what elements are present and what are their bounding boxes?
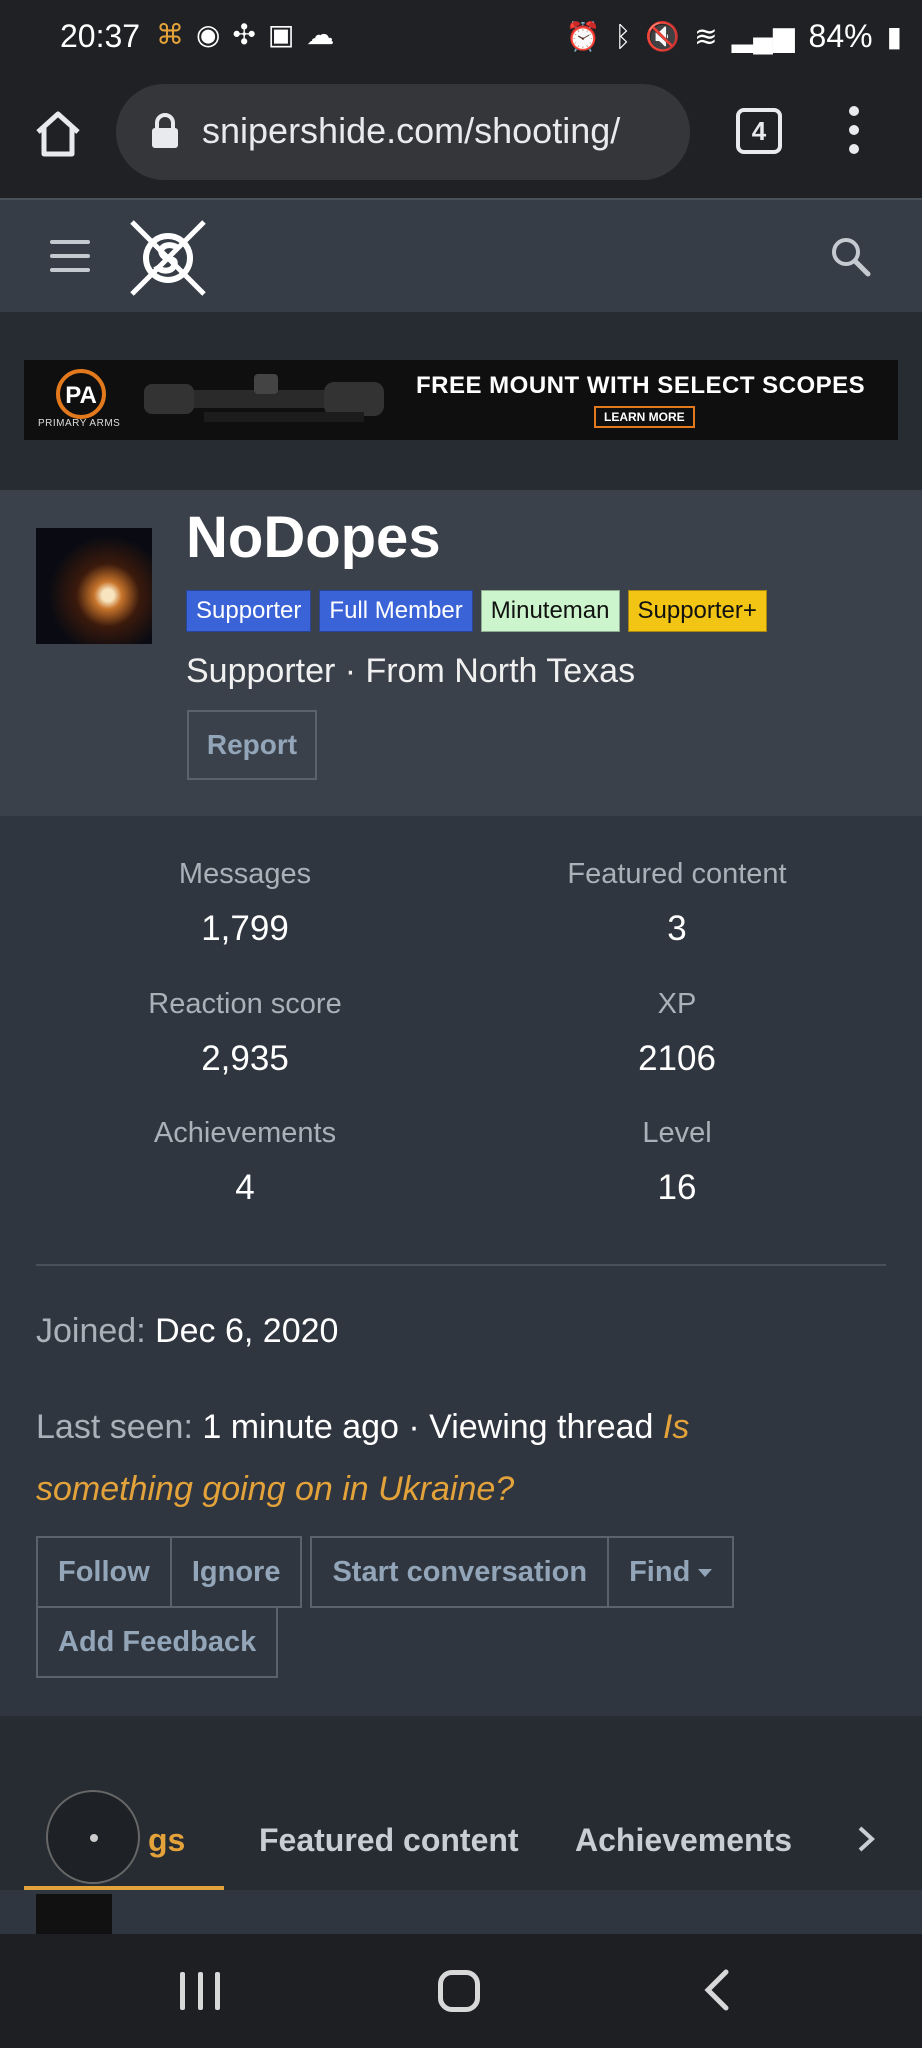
content-preview [0,1890,922,1934]
find-dropdown-button[interactable]: Find [609,1538,732,1606]
cloud-icon: ☁ [306,19,335,50]
profile-tabs-area: gs Featured content Achievements [0,1716,922,1890]
stat-value: 1,799 [201,909,289,948]
profile-stats: Messages 1,799 Featured content 3 Reacti… [0,816,922,1716]
feedback-row: Add Feedback [36,1606,279,1678]
last-seen-line: Last seen: 1 minute ago · Viewing thread… [36,1396,689,1520]
profile-subtitle: Supporter · From North Texas [186,652,636,690]
chevron-down-icon [698,1569,713,1578]
mute-icon: 🔇 [645,21,681,52]
stat-label: Level [642,1117,712,1149]
badge-supporter: Supporter [186,590,312,632]
stat-label: Featured content [567,858,787,890]
site-logo[interactable] [126,216,210,300]
badge-full-member: Full Member [319,590,473,632]
lock-icon [150,112,180,150]
profile-header: NoDopes Supporter Full Member Minuteman … [0,490,922,816]
notification-icons: ⌘ ◉ ✣ ▣ ☁ [156,18,334,51]
signal-icon: ▂▄▆ [731,21,795,52]
joined-line: Joined: Dec 6, 2020 [36,1312,338,1351]
avatar[interactable] [36,528,152,644]
stat-achievements[interactable]: Achievements 4 [30,1117,460,1208]
battery-level: 84% [808,18,873,54]
report-button[interactable]: Report [187,710,317,780]
tab-switcher-button[interactable]: 4 [736,108,782,154]
tab-featured-content[interactable]: Featured content [259,1790,519,1890]
follow-button[interactable]: Follow [38,1538,172,1606]
stat-label: XP [657,988,697,1020]
badge-supporter-plus: Supporter+ [627,590,767,632]
stat-xp: XP 2106 [462,988,892,1079]
joined-label: Joined: [36,1312,146,1350]
alarm-icon: ⏰ [565,21,601,52]
site-header [0,198,922,312]
hamburger-menu-icon[interactable] [50,240,90,272]
stat-featured-content[interactable]: Featured content 3 [462,858,892,949]
feedback-group: Add Feedback [36,1606,279,1678]
joined-date: Dec 6, 2020 [155,1312,339,1350]
stat-reaction-score[interactable]: Reaction score 2,935 [30,988,460,1079]
stat-value: 16 [657,1168,697,1207]
recent-apps-icon[interactable] [180,1972,220,2010]
primary-arms-logo: PA [46,368,116,420]
post-avatar [36,1894,112,1934]
stat-label: Achievements [153,1117,337,1149]
gallery-icon: ▣ [267,19,295,50]
notification-icon: ⌘ [156,19,184,50]
profile-actions-row: Follow Ignore Start conversation Find [36,1536,735,1608]
chevron-right-icon[interactable] [854,1824,878,1854]
ignore-button[interactable]: Ignore [172,1538,301,1606]
tab-achievements[interactable]: Achievements [575,1790,792,1890]
user-badges: Supporter Full Member Minuteman Supporte… [186,590,767,632]
ad-headline: FREE MOUNT WITH SELECT SCOPES [416,372,866,399]
status-bar: 20:37 ⌘ ◉ ✣ ▣ ☁ ⏰ ᛒ 🔇 ≋ ▂▄▆ 84% ▮ [0,0,922,80]
ad-area: PA PRIMARY ARMS FREE MOUNT WITH SELECT S… [0,312,922,490]
username: NoDopes [186,505,441,570]
system-nav-bar [0,1934,922,2048]
fan-icon: ✣ [232,19,256,50]
last-seen-value: 1 minute ago · Viewing thread [202,1408,654,1446]
battery-icon: ▮ [886,21,902,52]
home-icon[interactable] [30,106,86,162]
stat-value: 3 [667,909,687,948]
back-icon[interactable] [700,1968,734,2012]
find-label: Find [629,1556,691,1588]
badge-minuteman: Minuteman [480,590,620,632]
stat-level: Level 16 [462,1117,892,1208]
address-bar[interactable]: snipershide.com/shooting/ [116,84,690,180]
thread-link-continued[interactable]: something going on in Ukraine? [36,1470,514,1508]
bluetooth-icon: ᛒ [614,20,632,52]
divider [36,1264,886,1266]
conversation-find-group: Start conversation Find [310,1536,735,1608]
follow-ignore-group: Follow Ignore [36,1536,303,1608]
stat-value: 2106 [638,1039,716,1078]
stat-messages[interactable]: Messages 1,799 [30,858,460,949]
ad-learn-more-button[interactable]: LEARN MORE [594,406,695,428]
last-seen-label: Last seen: [36,1408,193,1446]
more-options-icon[interactable] [842,106,866,162]
profile-tabs: gs Featured content Achievements [24,1790,922,1890]
app-icon: ◉ [196,19,221,50]
system-icons: ⏰ ᛒ 🔇 ≋ ▂▄▆ 84% ▮ [566,18,902,55]
search-icon[interactable] [828,234,872,278]
wifi-icon: ≋ [694,21,718,52]
stat-value: 2,935 [201,1039,289,1078]
stat-label: Reaction score [148,988,342,1020]
ad-brand-name: PRIMARY ARMS [38,418,121,429]
stat-label: Messages [178,858,312,890]
browser-toolbar: snipershide.com/shooting/ 4 [0,80,922,198]
ad-banner[interactable]: PA PRIMARY ARMS FREE MOUNT WITH SELECT S… [24,360,898,440]
start-conversation-button[interactable]: Start conversation [312,1538,610,1606]
scope-image [144,368,394,434]
add-feedback-button[interactable]: Add Feedback [38,1608,276,1676]
tab-postings[interactable]: gs [148,1790,185,1890]
stat-value: 4 [235,1168,255,1207]
thread-link[interactable]: Is [663,1408,689,1446]
status-time: 20:37 [60,18,141,54]
touch-indicator [46,1790,140,1884]
url-text: snipershide.com/shooting/ [202,110,621,151]
svg-text:PA: PA [65,382,97,409]
home-button-icon[interactable] [438,1970,480,2012]
